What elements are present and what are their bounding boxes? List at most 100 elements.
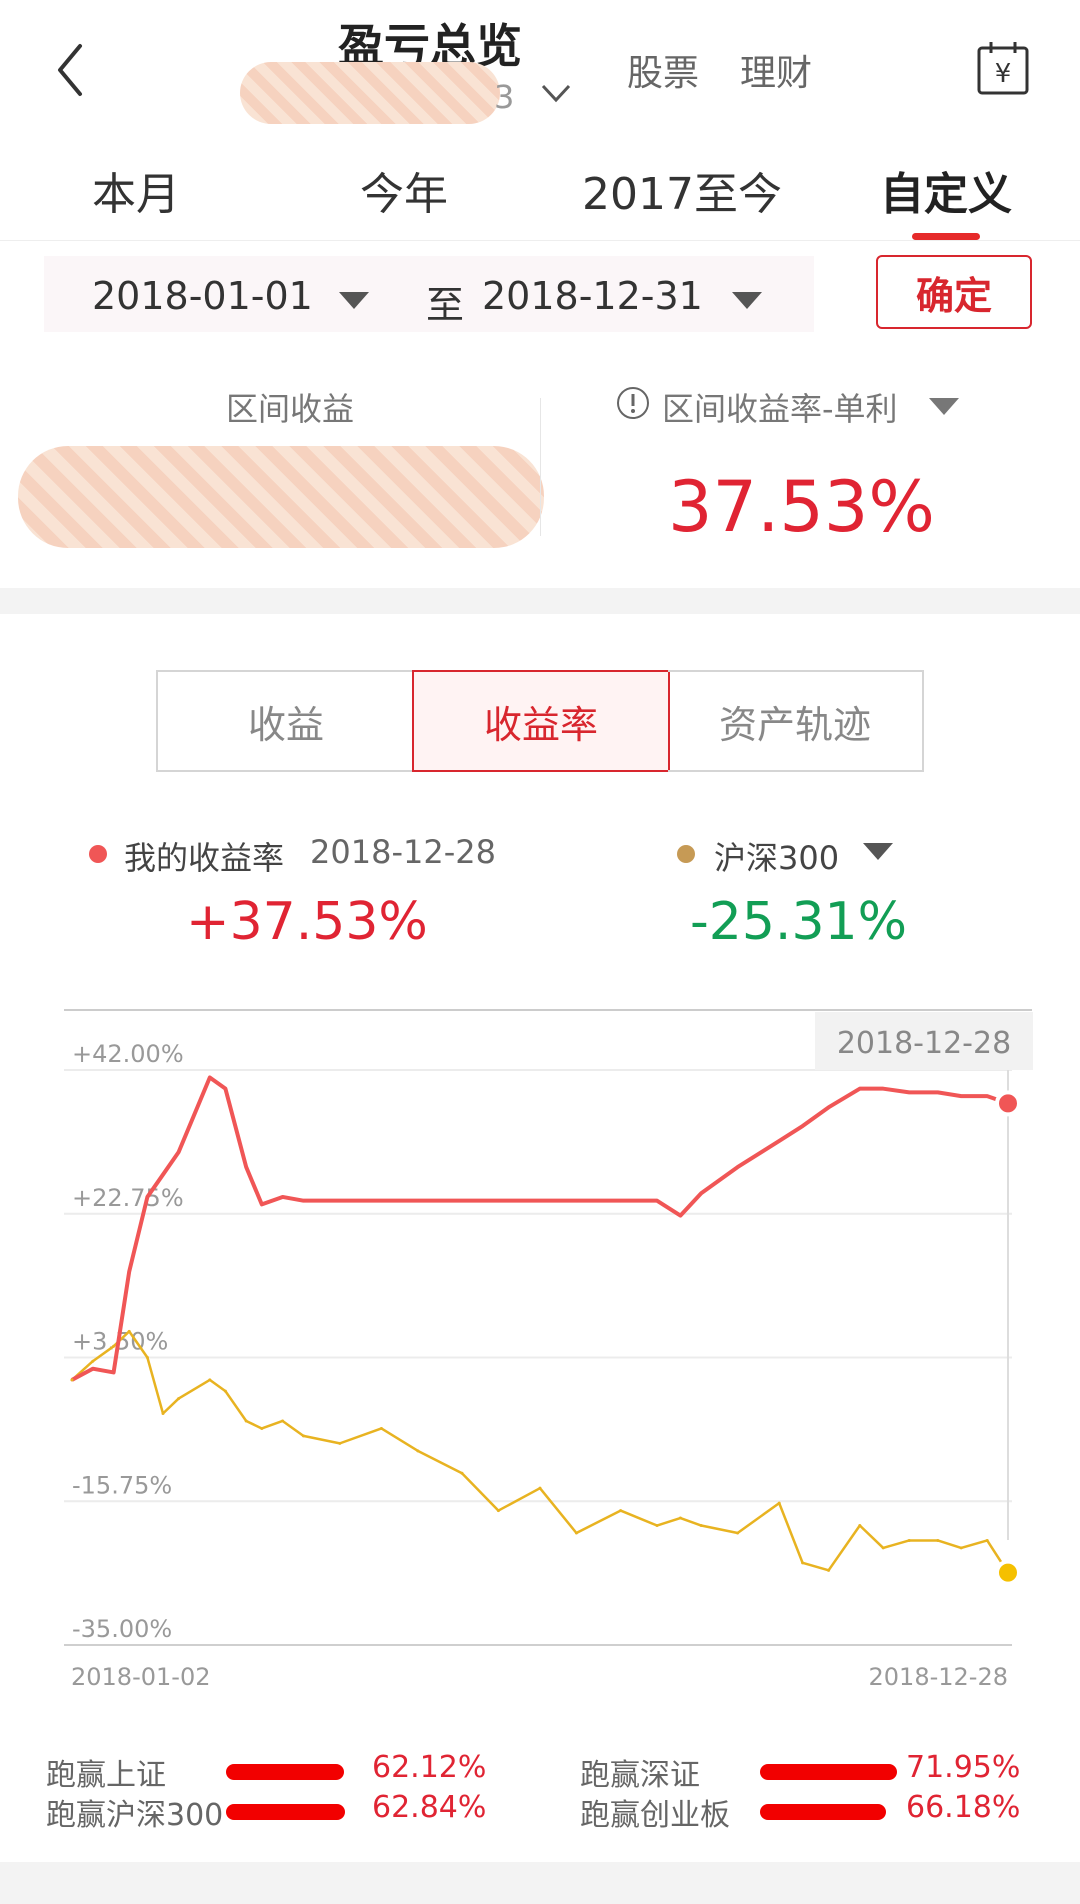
mine-series-line — [71, 1075, 1009, 1382]
caret-down-icon[interactable] — [929, 398, 959, 415]
tab-this-month[interactable]: 本月 — [92, 158, 180, 222]
mine-data-point — [538, 1199, 542, 1203]
mine-data-point — [161, 1173, 165, 1177]
mine-end-marker — [995, 1090, 1021, 1117]
benchmark-data-point — [91, 1359, 95, 1363]
benchmark-data-point — [301, 1434, 305, 1438]
stat-bar — [226, 1764, 344, 1780]
benchmark-data-point — [223, 1389, 227, 1393]
mine-data-point — [145, 1195, 149, 1199]
mine-data-point — [127, 1270, 131, 1274]
account-selector[interactable] — [240, 62, 500, 124]
benchmark-data-point — [338, 1441, 342, 1445]
stat-bar — [760, 1804, 886, 1820]
mine-data-point — [496, 1199, 500, 1203]
interval-rate-label[interactable]: 区间收益率-单利 — [662, 384, 898, 430]
mine-data-point — [827, 1105, 831, 1109]
nav-wealth-link[interactable]: 理财 — [740, 44, 812, 96]
tab-custom[interactable]: 自定义 — [880, 158, 1012, 222]
svg-text:¥: ¥ — [995, 59, 1012, 89]
benchmark-series-line — [71, 1330, 1010, 1574]
benchmark-data-point — [70, 1378, 74, 1382]
mine-data-point — [959, 1094, 963, 1098]
benchmark-data-point — [936, 1538, 940, 1542]
mine-data-point — [112, 1370, 116, 1374]
benchmark-data-point — [208, 1378, 212, 1382]
benchmark-data-point — [699, 1524, 703, 1528]
tab-this-year[interactable]: 今年 — [360, 158, 448, 222]
caret-down-icon[interactable] — [863, 843, 893, 860]
benchmark-data-point — [260, 1426, 264, 1430]
benchmark-data-point — [858, 1524, 862, 1528]
mine-data-point — [801, 1124, 805, 1128]
y-tick-label: -35.00% — [72, 1615, 172, 1643]
date-to-label: 至 — [426, 283, 465, 327]
nav-stock-link[interactable]: 股票 — [627, 44, 699, 96]
stat-bar — [226, 1804, 345, 1820]
return-rate-line-chart[interactable]: +42.00%+22.75%+3.50%-15.75%-35.00% 2018-… — [0, 1000, 1080, 1700]
x-end-label: 2018-12-28 — [869, 1663, 1008, 1691]
benchmark-data-point — [655, 1524, 659, 1528]
benchmark-rate-value: -25.31% — [690, 892, 908, 952]
benchmark-data-point — [801, 1561, 805, 1565]
y-tick-label: -15.75% — [72, 1471, 172, 1499]
benchmark-data-point — [244, 1419, 248, 1423]
tooltip-date: 2018-12-28 — [837, 1026, 1011, 1061]
mine-data-point — [208, 1075, 212, 1079]
stat-value: 71.95% — [906, 1750, 1021, 1785]
caret-down-icon[interactable] — [732, 292, 762, 309]
mine-data-point — [338, 1199, 342, 1203]
tab-underline — [912, 233, 980, 240]
end-date-picker[interactable]: 2018-12-31 — [482, 274, 703, 318]
benchmark-data-point — [281, 1419, 285, 1423]
divider — [540, 398, 541, 536]
interval-profit-value-masked — [18, 446, 544, 548]
benchmark-data-point — [827, 1568, 831, 1572]
mine-data-point — [777, 1139, 781, 1143]
mine-data-point — [416, 1199, 420, 1203]
segment-asset-trend[interactable]: 资产轨迹 — [668, 670, 924, 772]
statement-icon[interactable]: ¥ — [976, 40, 1030, 96]
mine-data-point — [936, 1090, 940, 1094]
y-tick-label: +22.75% — [72, 1184, 184, 1212]
mine-data-point — [223, 1087, 227, 1091]
segment-return-rate[interactable]: 收益率 — [412, 670, 670, 772]
section-separator — [0, 588, 1080, 614]
benchmark-data-point — [161, 1412, 165, 1416]
benchmark-data-point — [907, 1538, 911, 1542]
mine-data-point — [858, 1087, 862, 1091]
benchmark-data-point — [127, 1329, 131, 1333]
mine-data-point — [177, 1150, 181, 1154]
mine-rate-value: +37.53% — [186, 892, 428, 952]
mine-data-point — [460, 1199, 464, 1203]
stat-bar — [760, 1764, 897, 1780]
mine-data-point — [574, 1199, 578, 1203]
stat-value: 62.12% — [372, 1750, 487, 1785]
confirm-button[interactable]: 确定 — [876, 255, 1032, 329]
stat-label: 跑赢上证 — [46, 1758, 166, 1793]
caret-down-icon[interactable] — [339, 292, 369, 309]
mine-legend-label: 我的收益率 — [124, 839, 285, 877]
benchmark-data-point — [379, 1426, 383, 1430]
mine-data-point — [281, 1195, 285, 1199]
y-tick-label: +42.00% — [72, 1040, 184, 1068]
divider — [0, 240, 1080, 241]
mine-data-point — [91, 1367, 95, 1371]
mine-data-point — [260, 1202, 264, 1206]
info-icon[interactable] — [616, 386, 650, 420]
back-button[interactable] — [52, 40, 92, 100]
benchmark-end-marker — [995, 1559, 1021, 1586]
benchmark-data-point — [574, 1531, 578, 1535]
x-start-label: 2018-01-02 — [71, 1663, 210, 1691]
benchmark-data-point — [777, 1501, 781, 1505]
mine-data-point — [619, 1199, 623, 1203]
chevron-down-icon[interactable] — [540, 82, 572, 106]
start-date-picker[interactable]: 2018-01-01 — [92, 274, 313, 318]
benchmark-selector[interactable]: 沪深300 — [714, 833, 839, 879]
benchmark-legend-dot — [677, 845, 695, 863]
segment-profit[interactable]: 收益 — [156, 670, 414, 772]
tab-since-2017[interactable]: 2017至今 — [582, 158, 782, 222]
interval-profit-label: 区间收益 — [226, 390, 355, 428]
benchmark-data-point — [496, 1509, 500, 1513]
stat-value: 62.84% — [372, 1790, 487, 1825]
